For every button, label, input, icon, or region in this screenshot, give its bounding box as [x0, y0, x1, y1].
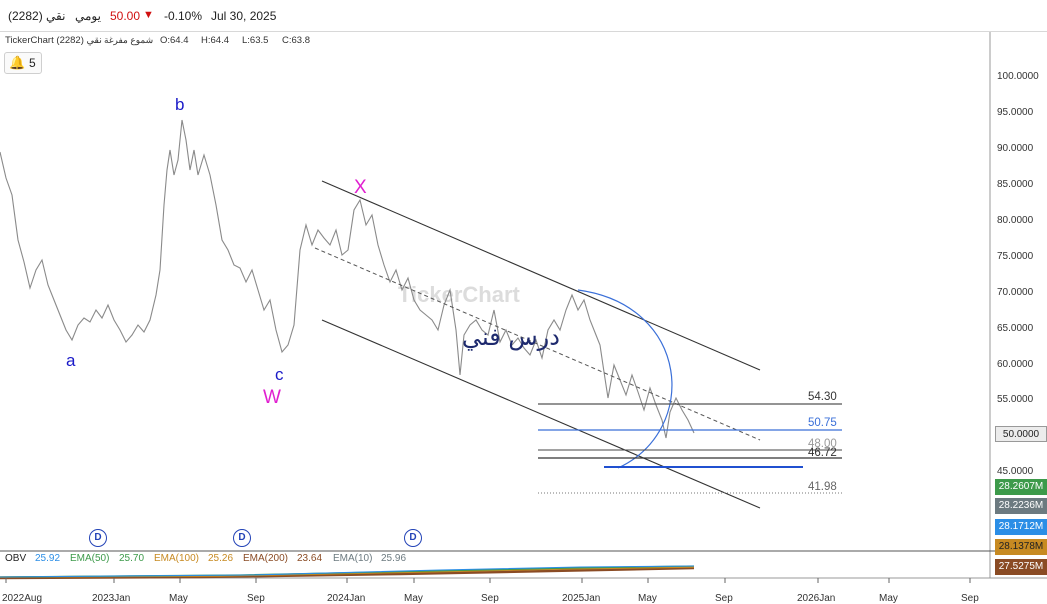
- ema10-value: 25.96: [381, 553, 407, 564]
- price-tick: 70.0000: [997, 287, 1034, 298]
- level-label-1: 54.30: [808, 391, 837, 403]
- wave-label-w: W: [263, 387, 281, 408]
- ema100-value: 25.26: [208, 553, 234, 564]
- ema200-label: EMA(200): [243, 553, 289, 564]
- time-tick: May: [169, 593, 188, 604]
- price-tick: 90.0000: [997, 143, 1034, 154]
- price-line: [0, 119, 695, 439]
- ema50-value: 25.70: [119, 553, 145, 564]
- obv-tag: 28.1712M: [995, 519, 1047, 535]
- obv-value: 25.92: [35, 553, 61, 564]
- time-tick: 2026Jan: [797, 593, 835, 604]
- ema200-value: 23.64: [297, 553, 323, 564]
- time-tick: Sep: [481, 593, 499, 604]
- price-tick: 55.0000: [997, 394, 1034, 405]
- time-tick: 2022Aug: [2, 593, 42, 604]
- symbol-name[interactable]: نقي (2282): [8, 9, 65, 23]
- price-tick: 75.0000: [997, 251, 1034, 262]
- current-price-tag: 50.0000: [995, 426, 1047, 442]
- dividend-marker[interactable]: D: [89, 529, 107, 547]
- last-price: 50.00: [110, 9, 141, 23]
- period-label[interactable]: يومي: [75, 9, 101, 23]
- time-tick: 2024Jan: [327, 593, 365, 604]
- price-tick: 60.0000: [997, 359, 1034, 370]
- price-tick: 80.0000: [997, 215, 1034, 226]
- chart-header: نقي (2282) يومي 50.00 ▼ -0.10% Jul 30, 2…: [0, 0, 1047, 32]
- dividend-marker[interactable]: D: [233, 529, 251, 547]
- ema50-label: EMA(50): [70, 553, 110, 564]
- wave-label-c: c: [275, 365, 284, 384]
- ema10-label: EMA(10): [333, 553, 373, 564]
- date-label: Jul 30, 2025: [211, 9, 277, 23]
- price-tick: 65.0000: [997, 323, 1034, 334]
- time-tick: May: [638, 593, 657, 604]
- obv-tag: 28.1378M: [995, 539, 1047, 555]
- wave-label-a: a: [66, 351, 76, 370]
- time-tick: May: [404, 593, 423, 604]
- obv-label: OBV: [5, 553, 27, 564]
- price-chart[interactable]: TickerChart 54.30 50.75 48.00 46.72 41.9…: [0, 32, 1047, 604]
- wave-arc: [577, 289, 673, 469]
- time-tick: Sep: [247, 593, 265, 604]
- time-axis: 2022Aug 2023Jan May Sep 2024Jan May Sep …: [2, 578, 979, 604]
- time-tick: 2025Jan: [562, 593, 600, 604]
- level-label-2: 50.75: [808, 417, 837, 429]
- wave-label-b: b: [175, 95, 184, 114]
- time-tick: Sep: [961, 593, 979, 604]
- price-tick: 45.0000: [997, 466, 1034, 477]
- time-tick: Sep: [715, 593, 733, 604]
- ema100-label: EMA(100): [154, 553, 200, 564]
- level-label-4: 46.72: [808, 447, 837, 459]
- price-tick: 95.0000: [997, 107, 1034, 118]
- lesson-annotation: درس فني: [462, 323, 560, 351]
- down-arrow-icon: ▼: [143, 9, 154, 21]
- level-label-5: 41.98: [808, 481, 837, 493]
- time-tick: May: [879, 593, 898, 604]
- change-percent: -0.10%: [164, 9, 203, 23]
- obv-tag: 28.2236M: [995, 498, 1047, 514]
- dividend-marker[interactable]: D: [404, 529, 422, 547]
- price-axis: 100.0000 95.0000 90.0000 85.0000 80.0000…: [997, 71, 1039, 477]
- price-tick: 85.0000: [997, 179, 1034, 190]
- obv-tag: 28.2607M: [995, 479, 1047, 495]
- obv-tag: 27.5275M: [995, 559, 1047, 575]
- price-tick: 100.0000: [997, 71, 1039, 82]
- wave-label-x: X: [354, 177, 367, 198]
- time-tick: 2023Jan: [92, 593, 130, 604]
